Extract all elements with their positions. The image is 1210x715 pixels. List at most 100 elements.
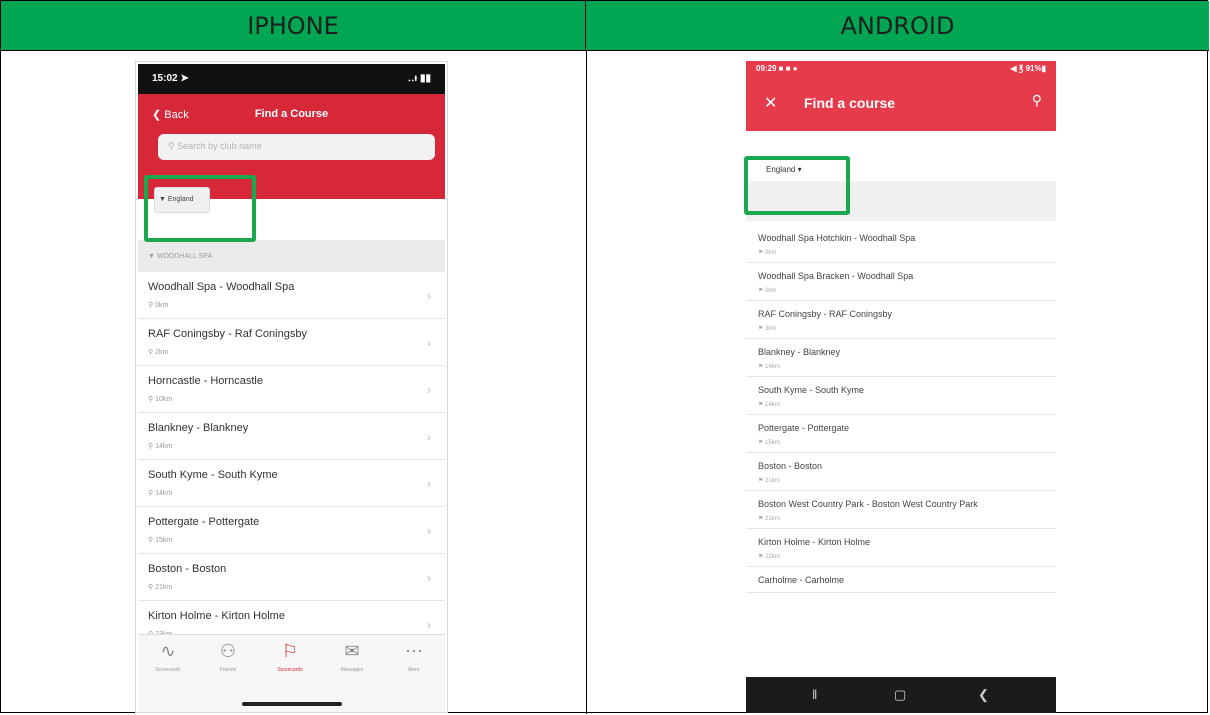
location-pin-icon: ⚐ (281, 641, 299, 661)
chevron-right-icon: › (427, 289, 431, 303)
chevron-right-icon: › (427, 477, 431, 491)
tab-label: Messages (340, 667, 364, 673)
home-icon[interactable]: ▢ (894, 687, 906, 703)
recents-icon[interactable]: ‖ (812, 687, 817, 702)
android-nav-bar: ‖ ▢ ❮ (746, 677, 1056, 713)
course-name: Pottergate - Pottergate (758, 423, 850, 433)
tab-messages[interactable]: ✉ Messages (322, 641, 382, 673)
course-name: Blankney - Blankney (758, 347, 841, 357)
location-pin-icon: ⚑ (758, 402, 766, 408)
location-pin-icon: ⚑ (758, 364, 766, 370)
list-item[interactable]: Woodhall Spa - Woodhall Spa ⚲ 0km › (138, 272, 445, 319)
course-distance: ⚑ 0km (758, 288, 777, 294)
people-icon: ⚇ (219, 641, 237, 661)
chevron-right-icon: › (427, 524, 431, 538)
ios-status-bar: 15:02 ➤ ‥ᵼ ▮▮ (138, 64, 445, 94)
list-item[interactable]: South Kyme - South Kyme ⚑ 14km (746, 377, 1056, 415)
location-pin-icon: ⚑ (758, 250, 766, 256)
comparison-table: IPHONE ANDROID 15:02 ➤ ‥ᵼ ▮▮ ❮ Back Find… (0, 0, 1209, 714)
list-item[interactable]: Woodhall Spa Hotchkin - Woodhall Spa ⚑ 0k… (746, 225, 1056, 263)
location-pin-icon: ⚑ (758, 326, 766, 332)
list-item[interactable]: Boston - Boston ⚲ 21km › (138, 554, 445, 601)
list-item[interactable]: Pottergate - Pottergate ⚑ 15km (746, 415, 1056, 453)
course-distance: ⚑ 0km (758, 250, 777, 256)
ios-status-icons: ‥ᵼ ▮▮ (407, 73, 431, 84)
course-name: Carholme - Carholme (758, 575, 845, 585)
course-distance: ⚲ 2km (148, 349, 169, 356)
chevron-right-icon: › (427, 383, 431, 397)
header-android: ANDROID (840, 12, 955, 40)
list-item[interactable]: Carholme - Carholme (746, 567, 1056, 593)
tab-label: Scorecards (155, 667, 181, 673)
course-name: Horncastle - Horncastle (148, 375, 263, 387)
location-pin-icon: ⚑ (758, 440, 766, 446)
course-distance: ⚑ 21km (758, 516, 780, 522)
list-item[interactable]: Boston - Boston ⚑ 21km (746, 453, 1056, 491)
search-icon[interactable]: ⚲ (1032, 92, 1042, 109)
section-header: ▼ WOODHALL SPA (138, 240, 445, 272)
chevron-right-icon: › (427, 430, 431, 444)
course-name: Woodhall Spa Hotchkin - Woodhall Spa (758, 233, 916, 243)
android-app-bar: ✕ Find a course ⚲ (746, 77, 1056, 131)
list-item[interactable]: Horncastle - Horncastle ⚲ 10km › (138, 366, 445, 413)
chevron-right-icon: › (427, 336, 431, 350)
course-distance: ⚑ 3km (758, 326, 777, 332)
search-placeholder: Search by club name (177, 141, 262, 151)
location-pin-icon: ⚑ (758, 288, 766, 294)
column-divider (586, 51, 587, 714)
list-item[interactable]: Pottergate - Pottergate ⚲ 15km › (138, 507, 445, 554)
search-input[interactable]: ⚲ Search by club name (158, 134, 435, 160)
iphone-screenshot: 15:02 ➤ ‥ᵼ ▮▮ ❮ Back Find a Course ⚲ Sea… (135, 61, 448, 713)
header-row: IPHONE ANDROID (1, 1, 1209, 51)
android-status-icons: ◀ ℥ 91%▮ (1010, 64, 1046, 73)
course-distance: ⚲ 14km (148, 490, 173, 497)
tab-friends[interactable]: ⚇ Friends (198, 641, 258, 673)
ios-tab-bar: ∿ Scorecards ⚇ Friends ⚐ Scorecards ✉ Messag… (138, 634, 445, 712)
back-icon[interactable]: ❮ (978, 687, 989, 703)
android-page-title: Find a course (804, 95, 896, 111)
tab-more[interactable]: ⋯ More (384, 641, 444, 673)
tab-courses[interactable]: ⚐ Scorecards (260, 641, 320, 673)
envelope-icon: ✉ (344, 641, 360, 661)
list-item[interactable]: Blankney - Blankney ⚑ 14km (746, 339, 1056, 377)
course-distance: ⚲ 0km (148, 302, 169, 309)
ios-page-title: Find a Course (254, 108, 329, 120)
course-name: Boston West Country Park - Boston West C… (758, 499, 978, 509)
course-distance: ⚑ 21km (758, 478, 780, 484)
search-icon: ⚲ (168, 141, 178, 151)
list-item[interactable]: South Kyme - South Kyme ⚲ 14km › (138, 460, 445, 507)
list-item[interactable]: Woodhall Spa Bracken - Woodhall Spa ⚑ 0km (746, 263, 1056, 301)
list-item[interactable]: RAF Coningsby - RAF Coningsby ⚑ 3km (746, 301, 1056, 339)
android-course-list: Woodhall Spa Hotchkin - Woodhall Spa ⚑ 0k… (746, 225, 1056, 593)
list-item[interactable]: Kirton Holme - Kirton Holme ⚑ 22km (746, 529, 1056, 567)
location-pin-icon: ⚑ (758, 516, 766, 522)
chevron-right-icon: › (427, 571, 431, 585)
close-icon[interactable]: ✕ (764, 93, 777, 113)
course-distance: ⚲ 21km (148, 584, 173, 591)
android-status-time: 09:29 ■ ■ ● (756, 64, 798, 73)
highlight-box-android (744, 156, 850, 215)
course-name: Woodhall Spa Bracken - Woodhall Spa (758, 271, 914, 281)
android-status-bar: 09:29 ■ ■ ● ◀ ℥ 91%▮ (746, 61, 1056, 77)
course-distance: ⚑ 14km (758, 402, 780, 408)
course-name: RAF Coningsby - RAF Coningsby (758, 309, 893, 319)
course-name: Woodhall Spa - Woodhall Spa (148, 281, 295, 293)
list-item[interactable]: RAF Coningsby - Raf Coningsby ⚲ 2km › (138, 319, 445, 366)
home-indicator (242, 702, 342, 706)
tab-label: Friends (219, 667, 237, 673)
course-distance: ⚑ 22km (758, 554, 780, 560)
course-distance: ⚑ 14km (758, 364, 780, 370)
list-item[interactable]: Blankney - Blankney ⚲ 14km › (138, 413, 445, 460)
list-item[interactable]: Boston West Country Park - Boston West C… (746, 491, 1056, 529)
highlight-box-iphone (144, 175, 256, 242)
tab-label: Scorecards (277, 667, 303, 673)
caret-down-icon: ▼ (148, 253, 157, 260)
location-pin-icon: ⚑ (758, 478, 766, 484)
course-distance: ⚲ 15km (148, 537, 173, 544)
course-name: RAF Coningsby - Raf Coningsby (148, 328, 307, 340)
tab-scorecards[interactable]: ∿ Scorecards (138, 641, 198, 673)
course-distance: ⚲ 14km (148, 443, 173, 450)
section-label: WOODHALL SPA (156, 253, 213, 260)
course-name: Blankney - Blankney (148, 422, 249, 434)
course-name: Kirton Holme - Kirton Holme (148, 610, 285, 622)
